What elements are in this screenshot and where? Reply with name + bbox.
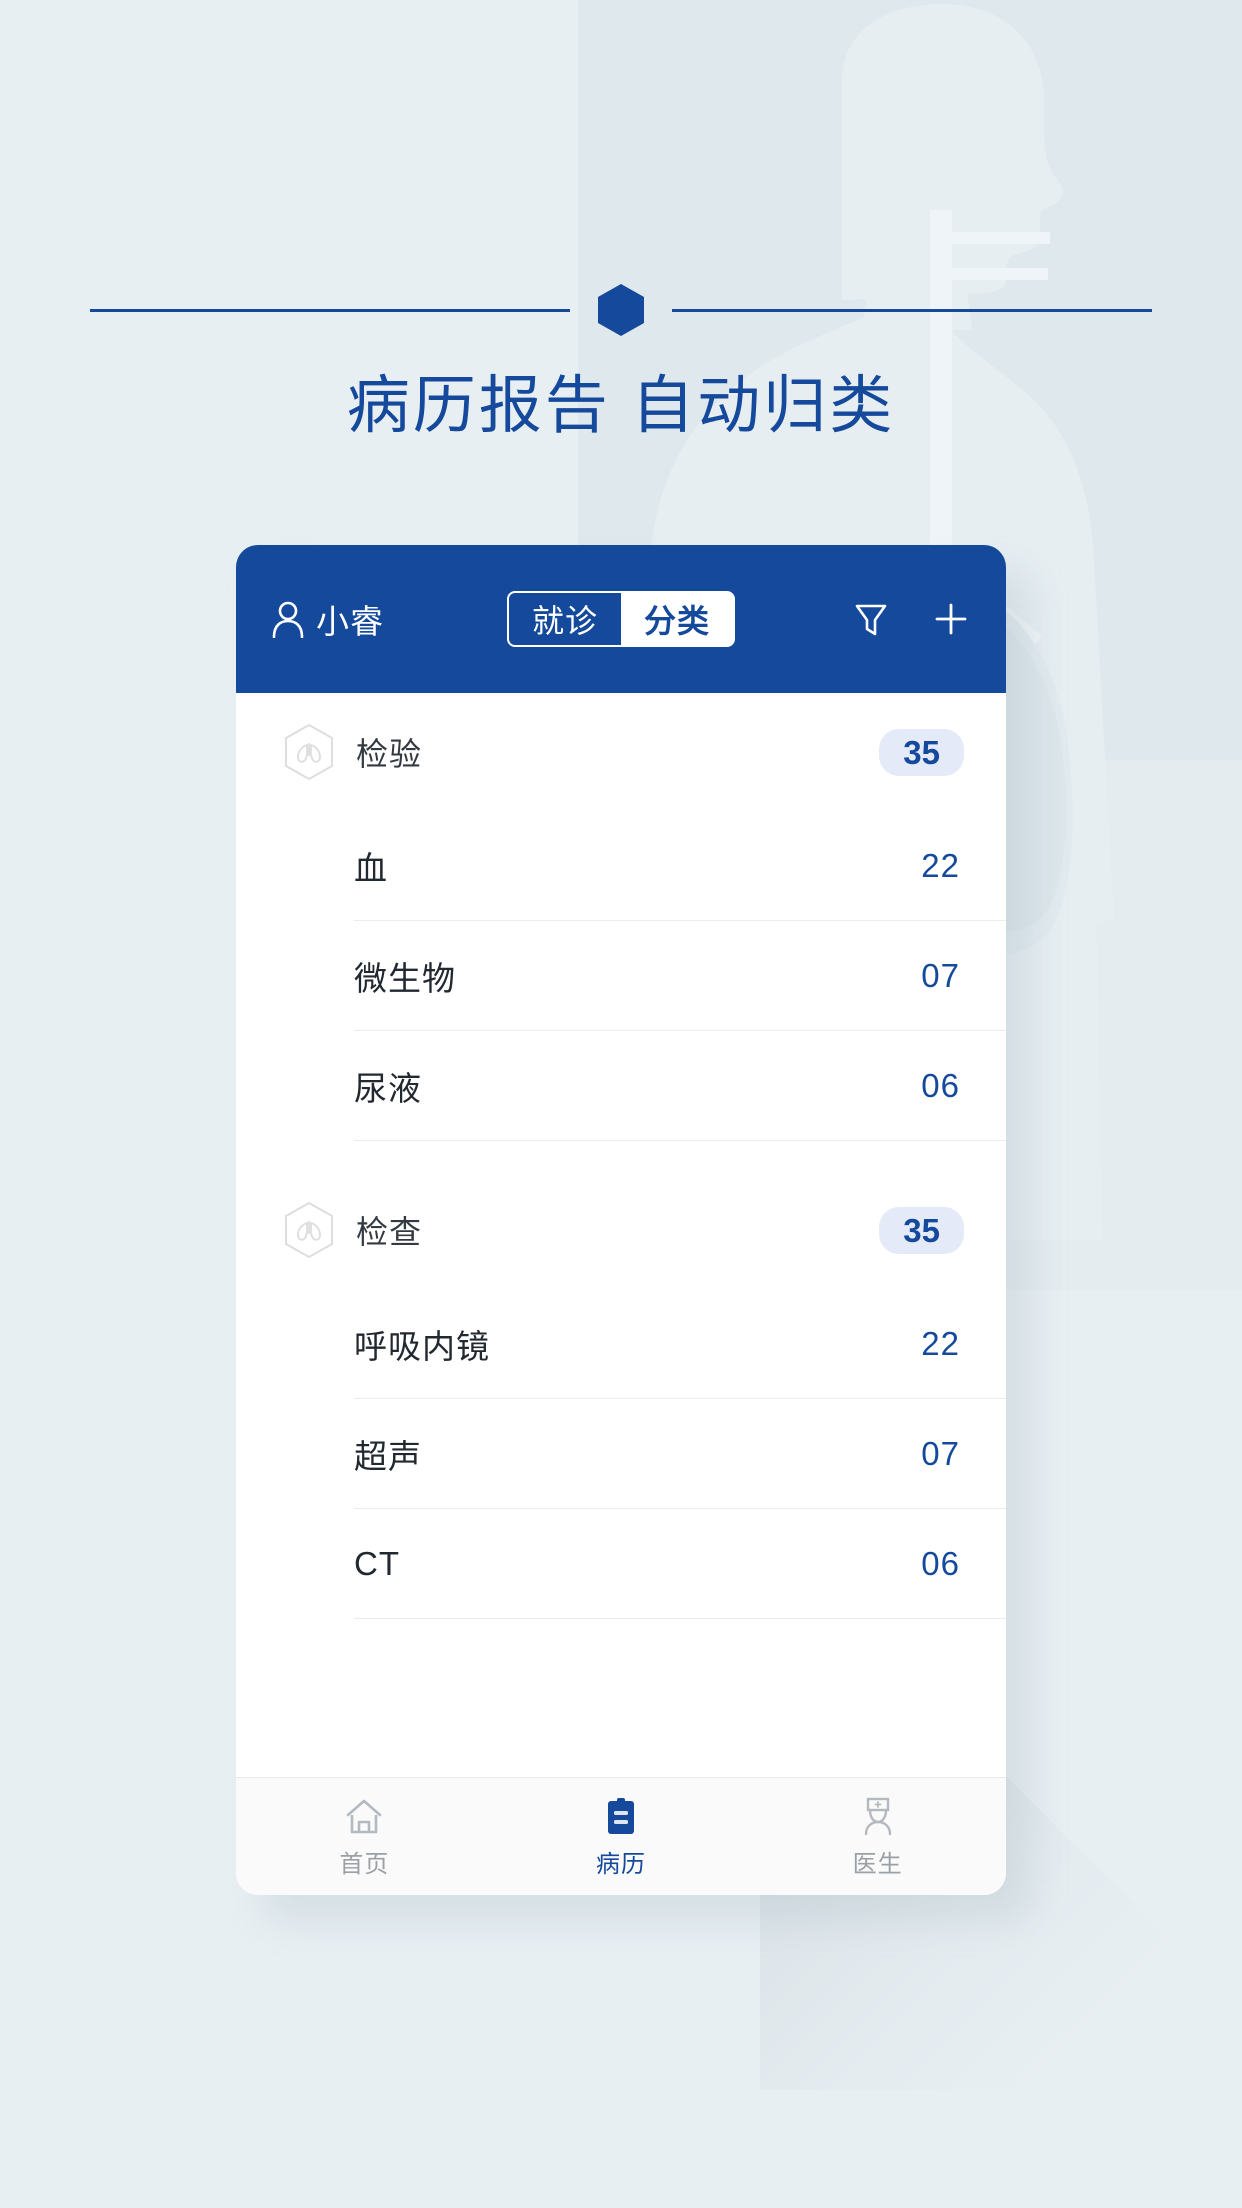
phone-mockup: 小睿 就诊 分类 检验 35 血 22 微生物 07 尿液 06 检查 35 呼… — [236, 545, 1006, 1895]
list-item-count: 22 — [921, 1324, 960, 1362]
segment-category[interactable]: 分类 — [621, 593, 733, 645]
list-item-count: 22 — [921, 846, 960, 884]
group-count-badge: 35 — [879, 728, 964, 776]
tab-records[interactable]: 病历 — [493, 1795, 750, 1879]
group-header-examination[interactable]: 检查 35 — [236, 1171, 1006, 1289]
divider-line-left — [90, 308, 570, 312]
segmented-control[interactable]: 就诊 分类 — [507, 591, 735, 647]
section-divider — [0, 284, 1242, 336]
list-item[interactable]: 微生物 07 — [354, 921, 1006, 1031]
divider-line-right — [672, 308, 1152, 312]
hexagon-marker-icon — [598, 284, 644, 336]
sub-list-inspection: 血 22 微生物 07 尿液 06 — [236, 811, 1006, 1141]
list-item[interactable]: 超声 07 — [354, 1399, 1006, 1509]
list-item-label: CT — [354, 1544, 400, 1582]
list-item-label: 微生物 — [354, 959, 456, 997]
tab-label: 医生 — [852, 1850, 903, 1878]
page-title: 病历报告 自动归类 — [346, 371, 896, 441]
list-item-count: 06 — [921, 1544, 960, 1582]
clipboard-icon — [608, 1797, 634, 1834]
filter-funnel-icon[interactable] — [850, 598, 892, 640]
lungs-hexagon-icon — [285, 723, 333, 781]
list-item-count: 07 — [921, 1434, 960, 1472]
group-count-badge: 35 — [879, 1206, 964, 1254]
person-icon — [272, 601, 304, 638]
tab-home[interactable]: 首页 — [236, 1795, 493, 1879]
list-item-label: 呼吸内镜 — [354, 1327, 490, 1365]
list-item-count: 06 — [921, 1066, 960, 1104]
list-item[interactable]: 尿液 06 — [354, 1031, 1006, 1141]
app-header: 小睿 就诊 分类 — [236, 545, 1006, 693]
tab-label: 首页 — [339, 1850, 390, 1878]
group-header-inspection[interactable]: 检验 35 — [236, 693, 1006, 811]
header-actions — [850, 598, 972, 640]
tab-label: 病历 — [596, 1850, 646, 1878]
list-item[interactable]: 血 22 — [354, 811, 1006, 921]
doctor-icon — [864, 1797, 891, 1835]
list-item[interactable]: 呼吸内镜 22 — [354, 1289, 1006, 1399]
user-name-label: 小睿 — [316, 603, 384, 640]
list-item-label: 超声 — [354, 1437, 422, 1475]
list-item-label: 血 — [354, 849, 388, 887]
category-list: 检验 35 血 22 微生物 07 尿液 06 检查 35 呼吸内镜 22 超声… — [236, 693, 1006, 1777]
tab-doctor[interactable]: 医生 — [749, 1795, 1006, 1879]
plus-icon[interactable] — [930, 598, 972, 640]
segment-visit[interactable]: 就诊 — [509, 593, 621, 645]
bottom-navigation: 首页 病历 医生 — [236, 1777, 1006, 1895]
sub-list-examination: 呼吸内镜 22 超声 07 CT 06 — [236, 1289, 1006, 1619]
list-item[interactable]: CT 06 — [354, 1509, 1006, 1619]
home-icon — [347, 1799, 382, 1833]
lungs-hexagon-icon — [285, 1201, 333, 1259]
user-profile-button[interactable]: 小睿 — [270, 595, 384, 643]
group-title: 检查 — [356, 1214, 423, 1250]
list-item-label: 尿液 — [354, 1069, 422, 1107]
list-item-count: 07 — [921, 956, 960, 994]
group-title: 检验 — [356, 736, 423, 772]
